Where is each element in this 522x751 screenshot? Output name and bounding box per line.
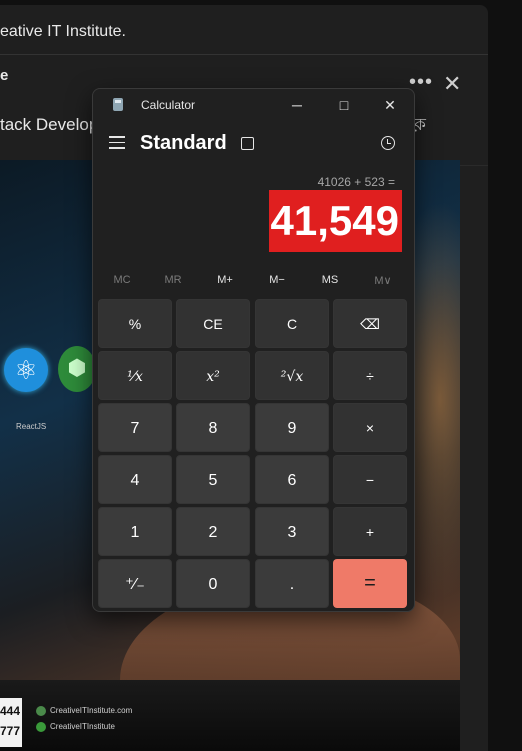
memory-clear-button[interactable]: MC <box>97 274 147 286</box>
hamburger-icon[interactable] <box>109 136 125 150</box>
equals-button[interactable]: = <box>333 559 407 608</box>
digit-8-button[interactable]: 8 <box>176 403 250 452</box>
digit-9-button[interactable]: 9 <box>255 403 329 452</box>
mode-title: Standard <box>140 132 227 154</box>
calculator-app-icon <box>113 98 123 111</box>
clear-entry-button[interactable]: CE <box>176 299 250 348</box>
maximize-button[interactable]: □ <box>329 95 359 115</box>
globe-icon <box>36 706 46 716</box>
clear-button[interactable]: C <box>255 299 329 348</box>
square-root-button[interactable]: ²√x <box>255 351 329 400</box>
keep-on-top-icon[interactable] <box>239 137 254 152</box>
translate-icon[interactable]: ক় <box>414 112 426 140</box>
percent-button[interactable]: % <box>98 299 172 348</box>
expression-display: 41026 + 523 = <box>317 175 395 189</box>
multiply-button[interactable]: × <box>333 403 407 452</box>
calculator-window[interactable]: Calculator ─ □ ✕ Standard 41026 + 523 = … <box>92 88 415 612</box>
digit-7-button[interactable]: 7 <box>98 403 172 452</box>
number-line: 444 <box>0 704 21 718</box>
decimal-button[interactable]: . <box>255 559 329 608</box>
result-display: 41,549 <box>268 190 402 252</box>
digit-0-button[interactable]: 0 <box>176 559 250 608</box>
subtract-button[interactable]: − <box>333 455 407 504</box>
digit-4-button[interactable]: 4 <box>98 455 172 504</box>
reciprocal-button[interactable]: ¹⁄x <box>98 351 172 400</box>
digit-2-button[interactable]: 2 <box>176 507 250 556</box>
memory-list-button[interactable]: M∨ <box>358 274 408 287</box>
number-line: 777 <box>0 724 21 738</box>
digit-5-button[interactable]: 5 <box>176 455 250 504</box>
divide-button[interactable]: ÷ <box>333 351 407 400</box>
title-bar[interactable]: Calculator ─ □ ✕ <box>93 89 414 121</box>
facebook-icon <box>36 722 46 732</box>
backspace-button[interactable]: ⌫ <box>333 299 407 348</box>
digit-1-button[interactable]: 1 <box>98 507 172 556</box>
close-icon[interactable]: ✕ <box>443 71 461 97</box>
window-title: Calculator <box>141 98 196 112</box>
memory-row: MC MR M+ M− MS M∨ <box>93 272 414 292</box>
memory-add-button[interactable]: M+ <box>200 274 250 286</box>
credit-site: CreativeITInstitute.com <box>36 706 132 716</box>
square-button[interactable]: x² <box>176 351 250 400</box>
react-caption: ReactJS <box>16 422 47 431</box>
credit-social: CreativeITInstitute <box>36 722 115 732</box>
memory-subtract-button[interactable]: M− <box>252 274 302 286</box>
digit-6-button[interactable]: 6 <box>255 455 329 504</box>
number-box: 444 777 <box>0 698 22 747</box>
react-logo-icon: ⚛ <box>4 348 48 392</box>
minimize-button[interactable]: ─ <box>282 95 312 115</box>
post-title: eative IT Institute. <box>0 23 126 40</box>
memory-recall-button[interactable]: MR <box>148 274 198 286</box>
negate-button[interactable]: ⁺∕₋ <box>98 559 172 608</box>
history-icon[interactable] <box>381 136 395 150</box>
divider <box>0 54 488 55</box>
memory-store-button[interactable]: MS <box>305 274 355 286</box>
close-button[interactable]: ✕ <box>375 95 405 115</box>
digit-3-button[interactable]: 3 <box>255 507 329 556</box>
add-button[interactable]: + <box>333 507 407 556</box>
author-name[interactable]: e <box>0 67 8 84</box>
node-logo-icon: ⬢ <box>58 346 96 392</box>
